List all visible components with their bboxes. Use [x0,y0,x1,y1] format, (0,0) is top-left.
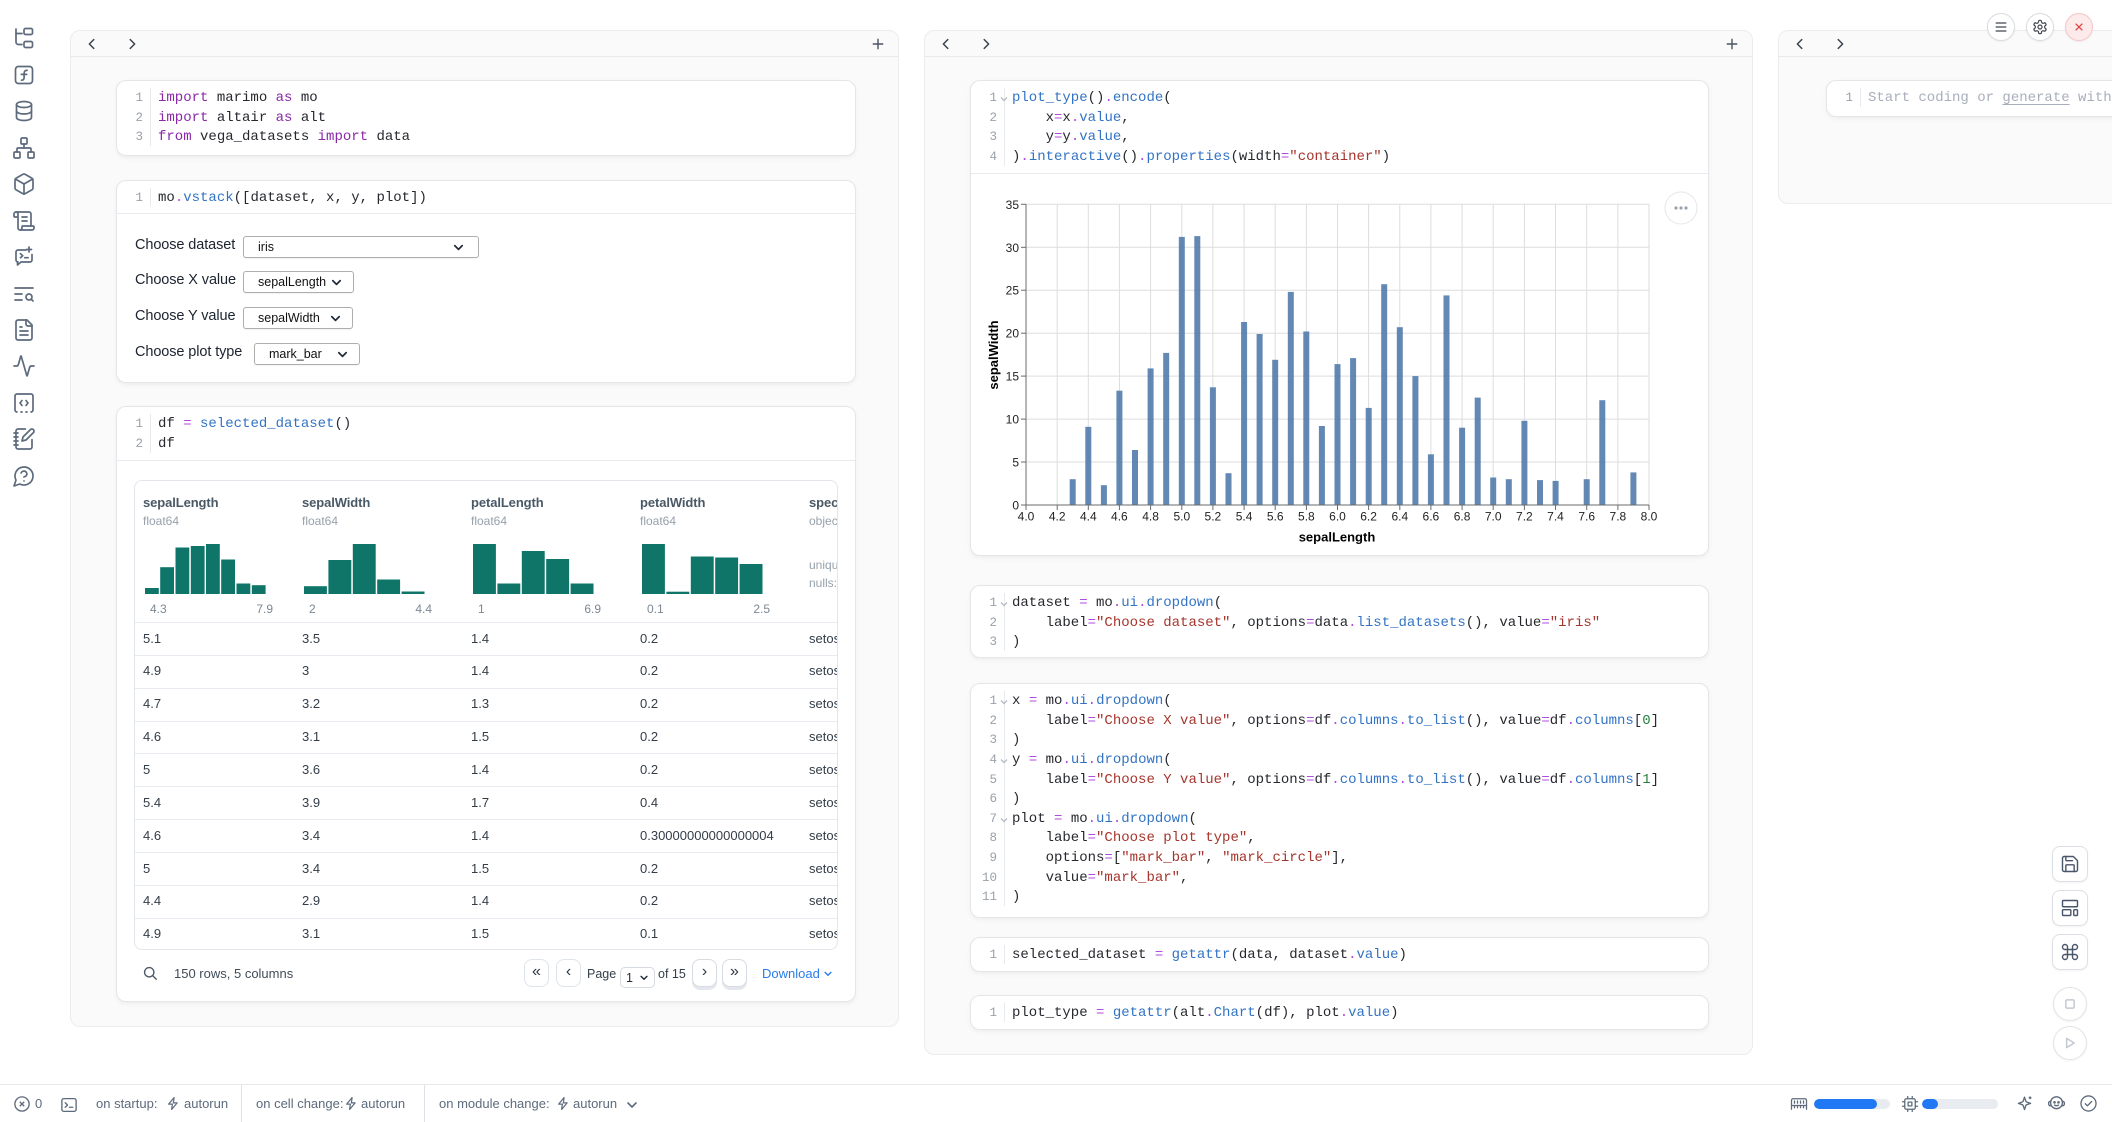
svg-text:6.4: 6.4 [1391,510,1408,524]
svg-text:5: 5 [1012,456,1019,470]
svg-text:5.6: 5.6 [1267,510,1284,524]
svg-text:6.6: 6.6 [1423,510,1440,524]
svg-text:7.6: 7.6 [1578,510,1595,524]
svg-text:4.0: 4.0 [1018,510,1035,524]
svg-text:35: 35 [1006,198,1020,212]
svg-text:15: 15 [1006,370,1020,384]
svg-text:10: 10 [1006,413,1020,427]
svg-text:20: 20 [1006,327,1020,341]
svg-text:5.8: 5.8 [1298,510,1315,524]
svg-text:7.2: 7.2 [1516,510,1533,524]
svg-text:4.2: 4.2 [1049,510,1066,524]
svg-text:6.2: 6.2 [1360,510,1377,524]
svg-text:5.4: 5.4 [1236,510,1253,524]
svg-text:4.4: 4.4 [1080,510,1097,524]
svg-text:5.0: 5.0 [1173,510,1190,524]
svg-text:8.0: 8.0 [1641,510,1658,524]
svg-text:6.0: 6.0 [1329,510,1346,524]
svg-text:4.6: 4.6 [1111,510,1128,524]
svg-text:7.4: 7.4 [1547,510,1564,524]
svg-text:4.8: 4.8 [1142,510,1159,524]
svg-text:sepalLength: sepalLength [1299,530,1376,545]
svg-text:sepalWidth: sepalWidth [986,320,1001,389]
svg-text:0: 0 [1012,499,1019,513]
svg-text:25: 25 [1006,284,1020,298]
svg-text:7.0: 7.0 [1485,510,1502,524]
svg-text:5.2: 5.2 [1205,510,1222,524]
svg-text:7.8: 7.8 [1610,510,1627,524]
svg-text:6.8: 6.8 [1454,510,1471,524]
svg-text:30: 30 [1006,241,1020,255]
